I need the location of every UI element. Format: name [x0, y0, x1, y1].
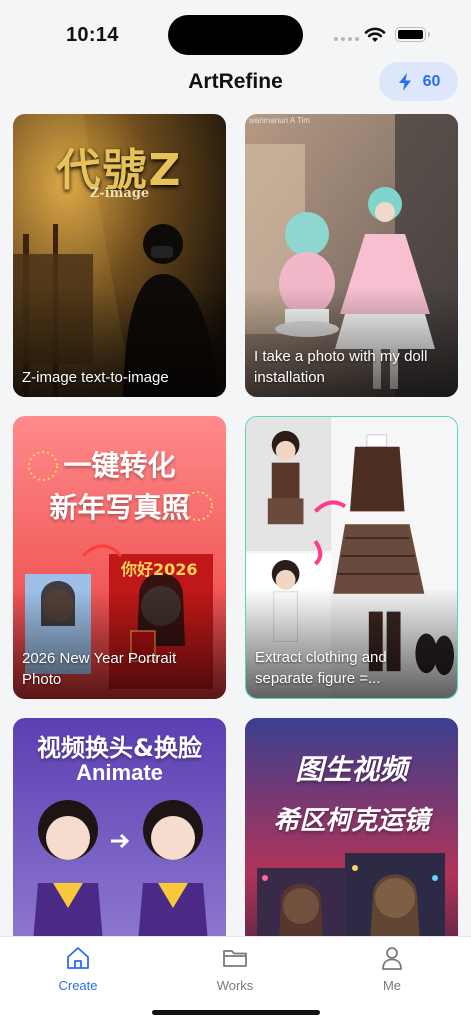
template-card-face-swap[interactable]: 视频换头&换脸 Animate — [13, 718, 226, 936]
card-label: 2026 New Year Portrait Photo — [22, 650, 177, 688]
lightning-icon — [398, 72, 411, 91]
card-overlay-line1: 图生视频 — [295, 753, 408, 786]
person-icon — [382, 947, 402, 970]
status-time: 10:14 — [66, 24, 119, 46]
template-card-z-image[interactable]: 代號Z Z-image Z-image text-to-image — [13, 114, 226, 397]
home-indicator — [152, 1010, 320, 1015]
tab-label: Me — [382, 978, 402, 993]
dynamic-island — [168, 15, 303, 55]
tab-create[interactable]: Create — [38, 945, 118, 993]
card-overlay-line1: 视频换头&换脸 — [37, 734, 202, 762]
tab-me[interactable]: Me — [352, 945, 432, 993]
card-label: I take a photo with my doll installation — [254, 348, 428, 386]
tab-label: Create — [58, 978, 98, 993]
folder-icon — [223, 950, 247, 967]
card-overlay-subtitle: Z-image — [89, 186, 150, 201]
card-overlay-line2: 希区柯克运镜 — [273, 806, 430, 836]
template-grid: 代號Z Z-image Z-image text-to-image wanman… — [13, 114, 458, 936]
card-sign-text: 你好2026 — [121, 560, 198, 579]
status-bar: 10:14 — [0, 0, 471, 64]
wifi-icon — [364, 27, 386, 42]
template-card-doll-photo[interactable]: wanmanun A Tim I take a photo with my do… — [245, 114, 458, 397]
card-label: Z-image text-to-image — [22, 369, 169, 386]
cellular-signal-icon — [334, 37, 359, 41]
credits-count: 60 — [422, 72, 441, 90]
card-label: Extract clothing and separate figure =..… — [255, 649, 387, 687]
card-overlay-line2: Animate — [76, 760, 163, 785]
card-overlay-line2: 新年写真照 — [49, 491, 190, 524]
tab-works[interactable]: Works — [195, 945, 275, 993]
template-card-new-year-portrait[interactable]: 一键转化 新年写真照 你好2026 2026 New Year Portrait… — [13, 416, 226, 699]
home-icon — [67, 947, 89, 969]
battery-icon — [395, 27, 430, 42]
card-overlay-line1: 一键转化 — [63, 449, 176, 482]
template-card-image-to-video[interactable]: 图生视频 希区柯克运镜 — [245, 718, 458, 936]
card-watermark: wanmanun A Tim — [249, 116, 310, 125]
credits-button[interactable]: 60 — [379, 62, 458, 101]
tab-label: Works — [216, 978, 254, 993]
template-card-extract-clothing[interactable]: Extract clothing and separate figure =..… — [245, 416, 458, 699]
